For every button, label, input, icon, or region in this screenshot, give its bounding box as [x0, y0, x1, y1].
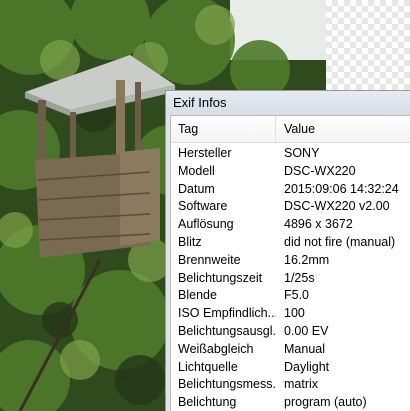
- row-tag: Hersteller: [178, 146, 232, 160]
- row-value: DSC-WX220: [284, 163, 356, 178]
- row-value: F5.0: [284, 288, 310, 303]
- column-header-value[interactable]: Value: [276, 116, 410, 142]
- column-header-tag[interactable]: Tag: [171, 116, 276, 142]
- row-value: program (auto): [284, 395, 367, 410]
- list-header: Tag Value: [171, 116, 410, 143]
- window-title[interactable]: Exif Infos: [166, 91, 410, 115]
- table-row[interactable]: Belichtungsausgl... 0.00 EV: [171, 323, 410, 341]
- table-row[interactable]: Blende F5.0: [171, 287, 410, 305]
- row-tag: Modell: [178, 163, 215, 178]
- exif-info-window[interactable]: Exif Infos Tag Value Hersteller SONY Mode…: [165, 90, 410, 411]
- table-row[interactable]: Belichtung program (auto): [171, 394, 410, 411]
- row-tag: Software: [178, 199, 228, 214]
- table-row[interactable]: Software DSC-WX220 v2.00: [171, 198, 410, 216]
- row-value: 16.2mm: [284, 252, 330, 267]
- row-tag: Belichtungsausgl...: [178, 323, 276, 338]
- table-row[interactable]: Blitz did not fire (manual): [171, 234, 410, 252]
- table-row[interactable]: ISO Empfindlich... 100: [171, 305, 410, 323]
- row-value: 2015:09:06 14:32:24: [284, 181, 399, 196]
- row-value: 4896 x 3672: [284, 217, 353, 232]
- table-row[interactable]: Weißabgleich Manual: [171, 341, 410, 359]
- row-tag: Weißabgleich: [178, 341, 254, 356]
- table-row[interactable]: Modell DSC-WX220: [171, 163, 410, 181]
- row-tag: ISO Empfindlich...: [178, 306, 276, 321]
- row-tag: Lichtquelle: [178, 359, 238, 374]
- transparency-checkerboard: [326, 0, 410, 90]
- row-tag: Datum: [178, 181, 215, 196]
- exif-rows: Hersteller SONY Modell DSC-WX220 Datum 2015…: [171, 143, 410, 411]
- row-value: Daylight: [284, 359, 330, 374]
- table-row[interactable]: Datum 2015:09:06 14:32:24: [171, 181, 410, 199]
- table-row[interactable]: Auflösung 4896 x 3672: [171, 216, 410, 234]
- row-tag: Blende: [178, 288, 217, 303]
- table-row[interactable]: Hersteller SONY: [171, 145, 410, 163]
- row-tag: Brennweite: [178, 252, 241, 267]
- row-tag: Belichtungsmess...: [178, 377, 276, 392]
- row-value: matrix: [284, 377, 319, 392]
- row-value: Manual: [284, 341, 325, 356]
- row-value: 100: [284, 306, 305, 321]
- row-value: SONY: [284, 146, 320, 160]
- table-row[interactable]: Lichtquelle Daylight: [171, 359, 410, 377]
- row-tag: Blitz: [178, 234, 202, 249]
- row-tag: Belichtung: [178, 395, 237, 410]
- exif-list-view[interactable]: Tag Value Hersteller SONY Modell DSC-WX220…: [170, 115, 410, 411]
- table-row[interactable]: Belichtungsmess... matrix: [171, 376, 410, 394]
- row-value: DSC-WX220 v2.00: [284, 199, 390, 214]
- table-row[interactable]: Brennweite 16.2mm: [171, 252, 410, 270]
- row-tag: Auflösung: [178, 217, 234, 232]
- row-tag: Belichtungszeit: [178, 270, 263, 285]
- row-value: 1/25s: [284, 270, 315, 285]
- row-value: did not fire (manual): [284, 234, 396, 249]
- table-row[interactable]: Belichtungszeit 1/25s: [171, 270, 410, 288]
- row-value: 0.00 EV: [284, 323, 329, 338]
